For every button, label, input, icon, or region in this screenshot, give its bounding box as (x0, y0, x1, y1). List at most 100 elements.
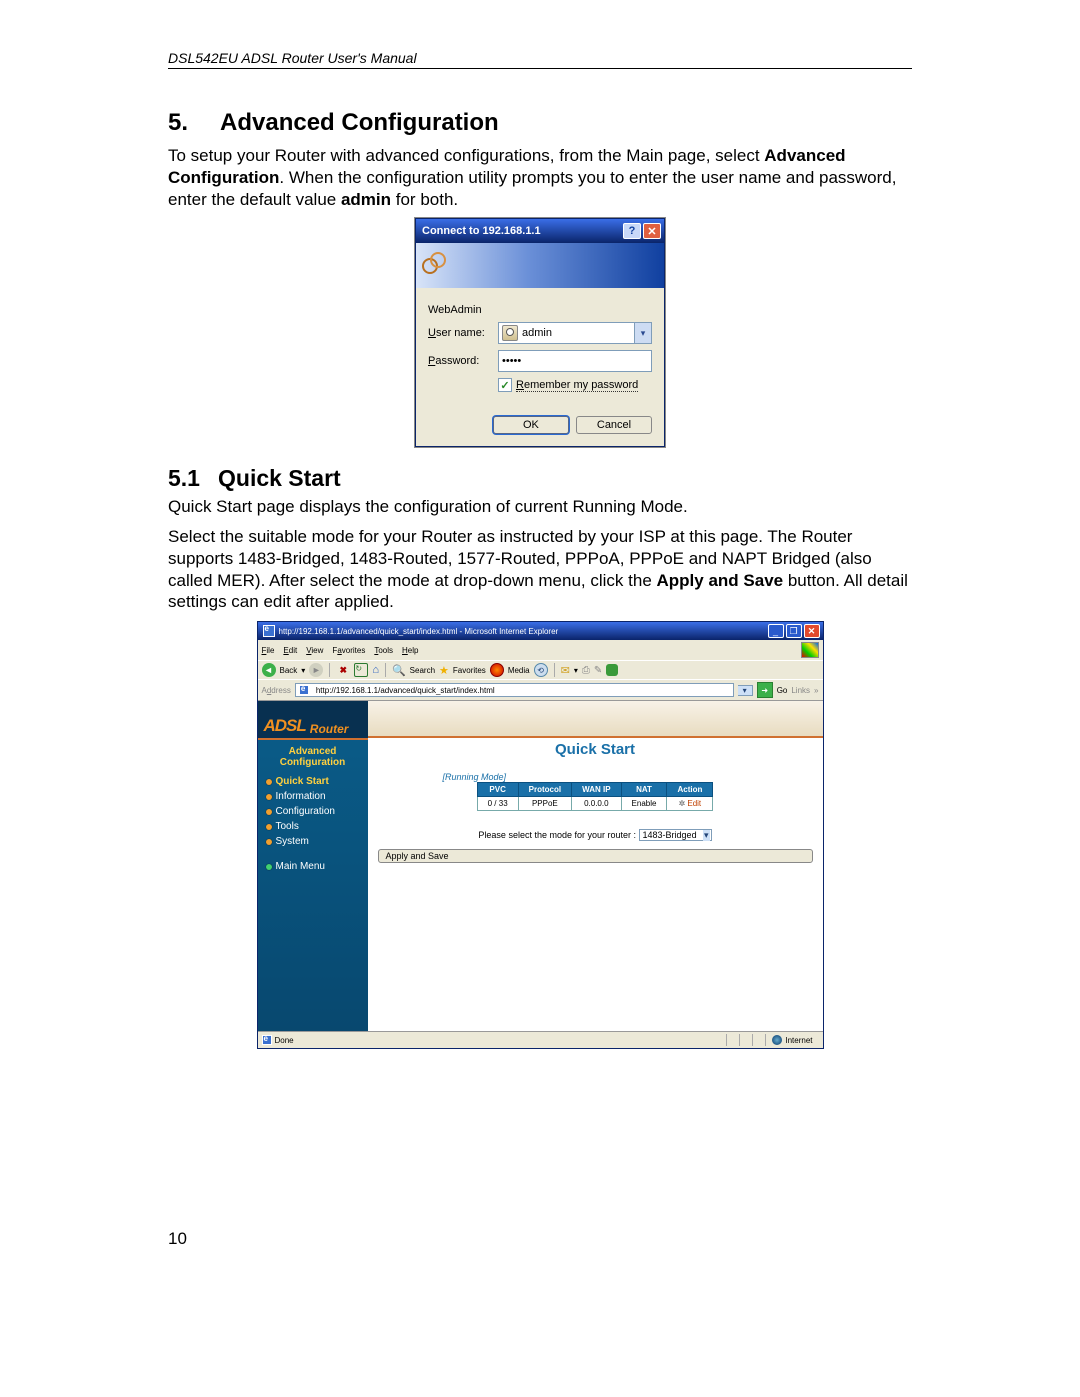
ok-button[interactable]: OK (493, 416, 569, 434)
home-button[interactable]: ⌂ (372, 664, 379, 676)
stop-button[interactable]: ✖ (336, 663, 350, 677)
close-button[interactable]: ✕ (804, 624, 820, 638)
heading-5-1-number: 5.1 (168, 465, 218, 492)
status-segment (739, 1034, 752, 1046)
history-button[interactable]: ⟲ (534, 663, 548, 677)
favorites-label[interactable]: Favorites (453, 666, 486, 675)
forward-button[interactable]: ► (309, 663, 323, 677)
go-label[interactable]: Go (777, 686, 788, 695)
status-segment (752, 1034, 765, 1046)
sidebar-item-configuration[interactable]: Configuration (266, 804, 368, 819)
ie-statusbar: Done Internet (258, 1031, 823, 1048)
ie-window: http://192.168.1.1/advanced/quick_start/… (257, 621, 824, 1049)
sidebar-item-information[interactable]: Information (266, 789, 368, 804)
ie-icon (263, 625, 275, 637)
windows-logo-icon (801, 642, 819, 658)
ie-menubar[interactable]: File Edit View Favorites Tools Help (258, 640, 823, 660)
ie-title-text: http://192.168.1.1/advanced/quick_start/… (279, 627, 766, 636)
sidebar-item-tools[interactable]: Tools (266, 819, 368, 834)
mail-drop[interactable]: ▾ (574, 666, 578, 675)
sidebar-item-label: Main Menu (276, 861, 325, 872)
running-mode-table: PVC Protocol WAN IP NAT Action 0 / 33 PP… (477, 782, 714, 811)
refresh-button[interactable]: ↻ (354, 663, 368, 677)
search-icon[interactable]: 🔍 (392, 664, 406, 677)
status-done: Done (275, 1036, 294, 1045)
page-icon (262, 1035, 272, 1045)
favorites-icon[interactable]: ★ (439, 664, 449, 677)
edit-button[interactable]: ✎ (594, 665, 602, 676)
search-label[interactable]: Search (410, 666, 435, 675)
address-input[interactable]: http://192.168.1.1/advanced/quick_start/… (295, 683, 734, 697)
status-zone-label: Internet (785, 1036, 812, 1045)
globe-icon (772, 1035, 782, 1045)
page-icon (299, 685, 309, 695)
heading-5-1: 5.1Quick Start (168, 465, 912, 492)
back-drop[interactable]: ▾ (301, 666, 305, 675)
heading-5-title: Advanced Configuration (220, 109, 499, 136)
restore-button[interactable]: ❐ (786, 624, 802, 638)
section51-p2: Select the suitable mode for your Router… (168, 526, 912, 613)
close-button[interactable]: ✕ (643, 223, 661, 239)
bullet-icon (266, 809, 272, 815)
td-action[interactable]: ✲Edit (667, 797, 713, 811)
username-label: User name: (428, 327, 498, 339)
dialog-banner (416, 243, 664, 288)
th-wan-ip: WAN IP (572, 783, 621, 797)
page-number: 10 (168, 1229, 912, 1249)
bullet-icon (266, 779, 272, 785)
th-protocol: Protocol (518, 783, 571, 797)
status-segment (726, 1034, 739, 1046)
menu-tools[interactable]: Tools (374, 646, 393, 655)
go-button[interactable]: ➜ (757, 682, 773, 698)
address-dropdown[interactable]: ▾ (738, 685, 753, 696)
menu-file[interactable]: File (262, 646, 275, 655)
separator (385, 663, 386, 677)
password-input[interactable]: ••••• (498, 350, 652, 372)
username-input[interactable]: admin (498, 322, 634, 344)
running-mode-label: [Running Mode] (443, 772, 813, 782)
username-dropdown-button[interactable]: ▾ (634, 322, 652, 344)
menu-favorites[interactable]: Favorites (332, 646, 365, 655)
menu-help[interactable]: Help (402, 646, 418, 655)
section5-paragraph: To setup your Router with advanced confi… (168, 145, 912, 210)
edit-link[interactable]: Edit (687, 799, 701, 808)
minimize-button[interactable]: _ (768, 624, 784, 638)
ie-addressbar: Address http://192.168.1.1/advanced/quic… (258, 679, 823, 701)
ie-toolbar: ◄ Back▾ ► ✖ ↻ ⌂ 🔍Search ★Favorites Media… (258, 660, 823, 679)
sidebar-item-system[interactable]: System (266, 834, 368, 849)
menu-view[interactable]: View (306, 646, 323, 655)
print-button[interactable]: ⎙ (582, 665, 590, 676)
sidebar-item-quick-start[interactable]: Quick Start (266, 774, 368, 789)
th-nat: NAT (621, 783, 667, 797)
login-dialog: Connect to 192.168.1.1 ? ✕ WebAdmin User… (415, 218, 665, 447)
sidebar-item-main-menu[interactable]: Main Menu (266, 859, 368, 874)
media-icon[interactable] (490, 663, 504, 677)
sidebar-item-label: Quick Start (276, 776, 329, 787)
links-chevron-icon[interactable]: » (814, 686, 818, 695)
dialog-titlebar[interactable]: Connect to 192.168.1.1 ? ✕ (416, 219, 664, 243)
text: To setup your Router with advanced confi… (168, 146, 764, 165)
remember-label[interactable]: Remember my password (516, 379, 638, 392)
cancel-button[interactable]: Cancel (576, 416, 652, 434)
password-label: Password: (428, 355, 498, 367)
th-action: Action (667, 783, 713, 797)
apply-save-button[interactable]: Apply and Save (378, 849, 813, 863)
separator (554, 663, 555, 677)
media-label[interactable]: Media (508, 666, 530, 675)
sidebar-title: Advanced Configuration (258, 740, 368, 774)
mode-select[interactable]: 1483-Bridged (639, 829, 712, 841)
links-label[interactable]: Links (791, 686, 810, 695)
status-zone: Internet (765, 1034, 818, 1046)
help-button[interactable]: ? (623, 223, 641, 239)
messenger-icon[interactable] (606, 664, 618, 676)
heading-5-1-title: Quick Start (218, 465, 341, 491)
router-sidebar: ADSL Router Advanced Configuration Quick… (258, 701, 368, 1031)
menu-edit[interactable]: Edit (283, 646, 297, 655)
remember-checkbox[interactable]: ✓ (498, 378, 512, 392)
text: for both. (391, 190, 458, 209)
back-button[interactable]: ◄ (262, 663, 276, 677)
ie-titlebar[interactable]: http://192.168.1.1/advanced/quick_start/… (258, 622, 823, 640)
mail-button[interactable]: ✉ (561, 664, 570, 677)
back-label[interactable]: Back (280, 666, 298, 675)
td-wan-ip: 0.0.0.0 (572, 797, 621, 811)
